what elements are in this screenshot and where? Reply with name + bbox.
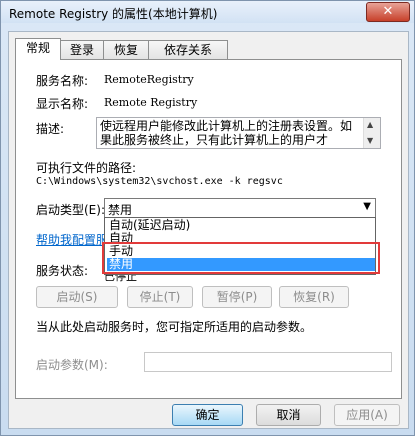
pause-button[interactable]: 暂停(P) — [202, 286, 272, 308]
startup-type-value: 禁用 — [108, 203, 133, 217]
option-auto-delayed[interactable]: 自动(延迟启动) — [107, 219, 375, 232]
startup-type-label: 启动类型(E): — [36, 203, 105, 217]
scroll-up-icon[interactable]: ▲ — [367, 120, 373, 129]
window-title: Remote Registry 的属性(本地计算机) — [9, 7, 218, 21]
properties-dialog: Remote Registry 的属性(本地计算机) ✕ 常规 登录 恢复 依存… — [0, 0, 415, 436]
service-status-label: 服务状态: — [36, 264, 89, 278]
tab-dependencies[interactable]: 依存关系 — [148, 40, 228, 59]
startup-type-select[interactable]: 禁用 ▼ — [104, 198, 376, 218]
display-name-value: Remote Registry — [104, 96, 198, 109]
stop-button[interactable]: 停止(T) — [127, 286, 193, 308]
scroll-down-icon[interactable]: ▼ — [367, 136, 373, 145]
dialog-client: 常规 登录 恢复 依存关系 服务名称: RemoteRegistry 显示名称:… — [8, 31, 409, 429]
start-params-label: 启动参数(M): — [36, 358, 108, 372]
description-label: 描述: — [36, 122, 65, 136]
service-name-value: RemoteRegistry — [104, 73, 194, 86]
ok-button[interactable]: 确定 — [172, 404, 243, 426]
chevron-down-icon[interactable]: ▼ — [363, 201, 371, 212]
tab-recovery[interactable]: 恢复 — [103, 40, 149, 59]
exe-path-value: C:\Windows\system32\svchost.exe -k regsv… — [36, 176, 283, 187]
description-text: 使远程用户能修改此计算机上的注册表设置。如果此服务被终止，只有此计算机上的用户才 — [100, 119, 353, 147]
start-params-hint: 当从此处启动服务时，您可指定所适用的启动参数。 — [36, 320, 313, 334]
start-params-input[interactable] — [144, 352, 392, 372]
exe-path-label: 可执行文件的路径: — [36, 161, 137, 175]
description-scrollbar[interactable]: ▲ ▼ — [363, 118, 380, 148]
service-name-label: 服务名称: — [36, 74, 89, 88]
description-box[interactable]: 使远程用户能修改此计算机上的注册表设置。如果此服务被终止，只有此计算机上的用户才… — [96, 117, 381, 149]
display-name-label: 显示名称: — [36, 97, 89, 111]
tab-general[interactable]: 常规 — [15, 38, 61, 60]
tab-logon[interactable]: 登录 — [60, 40, 104, 59]
highlight-box — [102, 242, 380, 274]
cancel-button[interactable]: 取消 — [256, 404, 321, 426]
apply-button[interactable]: 应用(A) — [334, 404, 400, 426]
general-panel: 服务名称: RemoteRegistry 显示名称: Remote Regist… — [15, 59, 402, 399]
start-button[interactable]: 启动(S) — [36, 286, 118, 308]
close-icon: ✕ — [382, 4, 394, 19]
title-bar[interactable]: Remote Registry 的属性(本地计算机) ✕ — [1, 1, 414, 23]
resume-button[interactable]: 恢复(R) — [279, 286, 349, 308]
close-button[interactable]: ✕ — [366, 2, 410, 22]
